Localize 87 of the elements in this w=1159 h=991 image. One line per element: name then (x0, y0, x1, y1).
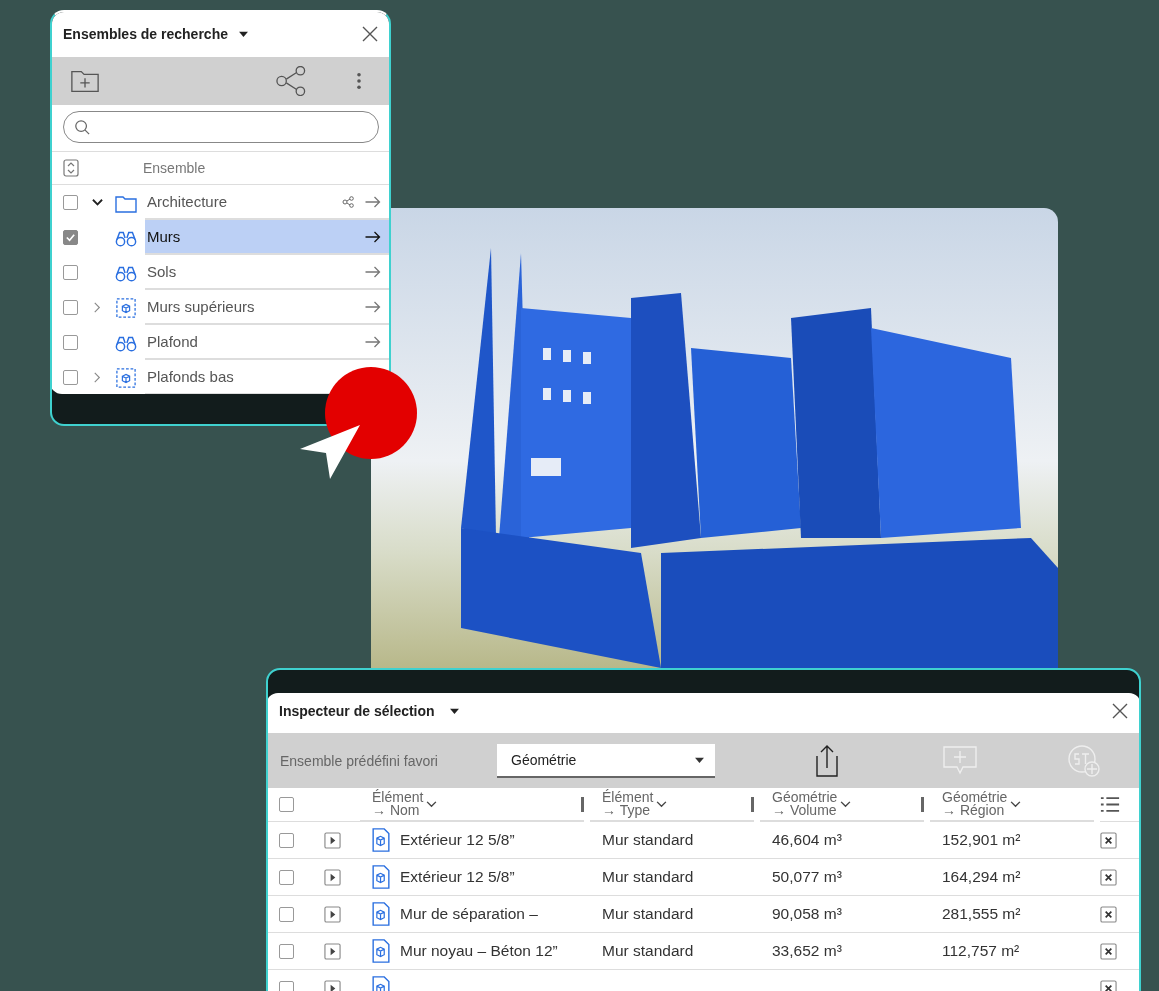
checkbox[interactable] (63, 370, 78, 385)
delete-icon[interactable] (1100, 905, 1117, 923)
column-header[interactable]: Géométrie → Région (942, 791, 1008, 817)
delete-icon[interactable] (1100, 942, 1117, 960)
checkbox[interactable] (63, 300, 78, 315)
panel-title: Inspecteur de sélection (279, 703, 435, 719)
more-icon[interactable] (356, 72, 362, 90)
table-cell: Mur standard (602, 942, 694, 960)
chevron-down-icon[interactable] (426, 800, 438, 808)
checkbox[interactable] (279, 980, 294, 991)
field-label: Ensemble prédéfini favori (280, 752, 439, 769)
element-icon (372, 865, 390, 889)
close-icon[interactable] (1111, 702, 1129, 720)
item-label: Murs supérieurs (147, 298, 255, 315)
table-cell: 112,757 m² (942, 942, 1020, 960)
table-cell: 152,901 m² (942, 831, 1021, 849)
item-label: Architecture (147, 193, 228, 210)
checkbox[interactable] (63, 195, 78, 210)
item-label: Sols (147, 263, 177, 280)
item-label: Plafond (147, 333, 198, 350)
close-icon[interactable] (361, 24, 379, 43)
cube-icon (115, 297, 137, 318)
resize-handle[interactable] (921, 796, 924, 812)
table-cell: Extérieur 12 5/8” (400, 831, 515, 849)
table-cell: Mur standard (602, 831, 694, 849)
column-header[interactable]: Élément → Type (602, 791, 654, 817)
element-icon (372, 939, 390, 963)
chevron-down-icon[interactable] (92, 197, 103, 208)
tree-item-row[interactable]: Murs supérieurs (145, 290, 389, 325)
checkbox[interactable] (279, 869, 294, 885)
table-cell: Extérieur 12 5/8” (400, 868, 515, 886)
table-cell: 50,077 m³ (772, 868, 842, 886)
export-icon[interactable] (815, 743, 839, 778)
column-header[interactable]: Ensemble (143, 160, 206, 176)
table-cell: Mur standard (602, 905, 694, 923)
play-icon[interactable] (324, 905, 341, 923)
checkbox[interactable] (63, 335, 78, 350)
table-cell: 90,058 m³ (772, 905, 842, 923)
tree-item-row[interactable]: Plafond (145, 325, 389, 360)
chevron-right-icon[interactable] (92, 372, 103, 383)
sort-icon[interactable] (63, 159, 79, 177)
checkbox[interactable] (279, 906, 294, 922)
dropdown-caret-icon[interactable] (238, 29, 249, 38)
play-icon[interactable] (324, 979, 341, 991)
play-icon[interactable] (324, 831, 341, 849)
column-header[interactable]: Géométrie → Volume (772, 791, 838, 817)
table-cell: 164,294 m² (942, 868, 1021, 886)
dropdown-caret-icon (694, 755, 705, 764)
table-cell: Mur standard (602, 868, 694, 886)
resize-handle[interactable] (751, 796, 754, 812)
chevron-down-icon[interactable] (656, 800, 668, 808)
element-icon (372, 902, 390, 926)
cube-icon (115, 367, 137, 388)
play-icon[interactable] (324, 942, 341, 960)
delete-icon[interactable] (1100, 979, 1117, 991)
preset-dropdown[interactable]: Géométrie (497, 743, 715, 778)
column-list-icon[interactable] (1100, 796, 1120, 813)
checkbox[interactable] (279, 832, 294, 848)
dropdown-caret-icon[interactable] (448, 707, 460, 715)
folder-plus-icon[interactable] (70, 68, 100, 94)
table-cell: 281,555 m² (942, 905, 1021, 923)
element-icon (372, 828, 390, 852)
play-icon[interactable] (324, 868, 341, 886)
item-label: Murs (147, 228, 181, 245)
checkmark-icon (65, 232, 76, 243)
column-header[interactable]: Élément → Nom (372, 791, 424, 817)
chevron-down-icon[interactable] (840, 800, 852, 808)
table-cell: Mur de séparation – (400, 905, 538, 923)
panel-title: Ensembles de recherche (63, 25, 228, 42)
checkbox[interactable] (63, 230, 78, 245)
delete-icon[interactable] (1100, 831, 1117, 849)
chevron-right-icon[interactable] (92, 302, 103, 313)
checkbox[interactable] (279, 943, 294, 959)
item-label: Plafonds bas (147, 368, 234, 385)
share-icon[interactable] (276, 66, 306, 96)
select-all-checkbox[interactable] (279, 797, 294, 812)
delete-icon[interactable] (1100, 868, 1117, 886)
checkbox[interactable] (63, 265, 78, 280)
table-cell: 33,652 m³ (772, 942, 842, 960)
resize-handle[interactable] (581, 796, 584, 812)
chevron-down-icon[interactable] (1010, 800, 1022, 808)
tree-item-row[interactable]: Murs (145, 220, 389, 255)
table-cell: 46,604 m³ (772, 831, 842, 849)
cursor-icon (298, 423, 362, 481)
search-icon (74, 119, 90, 135)
tree-item-row[interactable]: Sols (145, 255, 389, 290)
table-cell: Mur noyau – Béton 12” (400, 942, 558, 960)
